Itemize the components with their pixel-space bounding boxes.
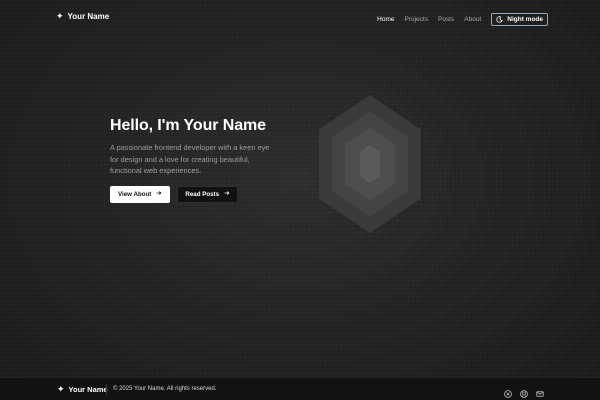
view-about-button[interactable]: View About (110, 185, 171, 203)
hero-section: Hello, I'm Your Name A passionate fronte… (110, 116, 300, 203)
x-icon[interactable] (504, 385, 512, 398)
hero-bio-line: for design and a love for creating beaut… (110, 154, 250, 164)
footer-divider (106, 384, 107, 395)
sparkle-icon: ✦ (56, 11, 64, 21)
nav-about-link[interactable]: About (464, 16, 481, 23)
hero-bio: A passionate frontend developer with a k… (110, 142, 300, 177)
read-posts-label: Read Posts (185, 190, 220, 198)
hero-title: Hello, I'm Your Name (110, 117, 266, 134)
copyright-text: © 2025 Your Name. All rights reserved. (113, 386, 217, 392)
footer-brand-link[interactable]: ✦ Your Name (57, 384, 108, 395)
mail-icon[interactable] (536, 385, 544, 397)
read-posts-button[interactable]: Read Posts (177, 185, 239, 203)
arrow-right-icon (156, 190, 162, 198)
background-texture (0, 0, 600, 400)
hero-actions: View About Read Posts (110, 185, 300, 203)
site-footer: ✦ Your Name © 2025 Your Name. All rights… (0, 377, 600, 400)
night-mode-label: Night mode (507, 16, 543, 23)
hexagon-layers-icon (318, 94, 422, 239)
arrow-right-icon (224, 190, 230, 198)
site-header: ✦ Your Name Home Projects Posts About Ni… (0, 0, 600, 36)
nav-projects-link[interactable]: Projects (405, 16, 428, 23)
moon-icon (496, 16, 503, 23)
hero-bio-line: A passionate frontend developer with a k… (110, 143, 270, 152)
sparkle-icon: ✦ (57, 384, 65, 394)
brand-logo-link[interactable]: ✦ Your Name (56, 11, 110, 22)
social-links (504, 385, 544, 398)
view-about-label: View About (118, 190, 152, 198)
main-nav: Home Projects Posts About Night mode (377, 13, 548, 26)
hero-bio-line: functional web experiences. (110, 166, 202, 175)
nav-home-link[interactable]: Home (377, 16, 394, 23)
github-icon[interactable] (520, 385, 528, 398)
night-mode-toggle[interactable]: Night mode (491, 13, 548, 26)
brand-name: Your Name (67, 12, 110, 21)
footer-brand-name: Your Name (68, 385, 108, 394)
nav-posts-link[interactable]: Posts (438, 16, 454, 23)
